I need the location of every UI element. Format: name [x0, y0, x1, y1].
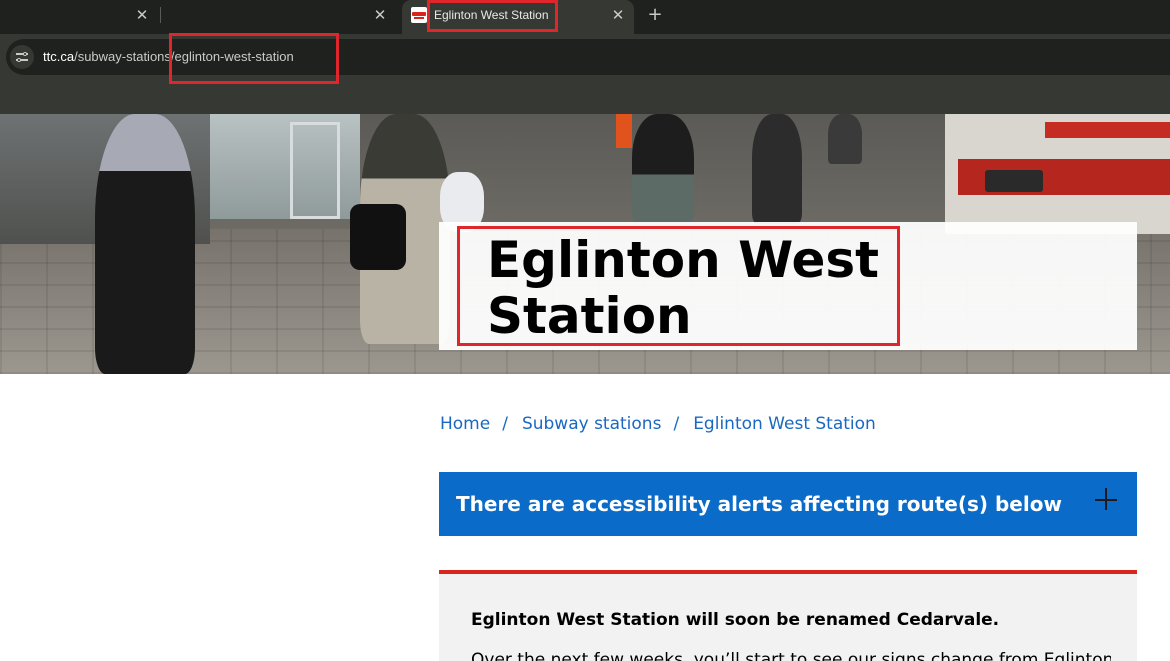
hero-banner: Eglinton West Station [0, 114, 1170, 374]
breadcrumb-current[interactable]: Eglinton West Station [693, 414, 876, 434]
accessibility-alerts-accordion[interactable]: There are accessibility alerts affecting… [439, 472, 1137, 536]
tab-eglinton-west-station[interactable]: Eglinton West Station ✕ [402, 0, 634, 34]
address-bar[interactable]: ttc.ca/subway-stations/eglinton-west-sta… [6, 39, 1170, 75]
hero-bag [350, 204, 406, 270]
browser-tab-strip: ✕ ✕ Eglinton West Station ✕ + [0, 0, 1170, 34]
title-panel: Eglinton West Station [439, 222, 1137, 350]
tab-separator [160, 7, 161, 23]
tab-3-close-icon[interactable]: ✕ [608, 6, 628, 24]
hero-bus-grill [985, 170, 1043, 192]
notice-body: Over the next few weeks, you’ll start to… [471, 650, 1111, 661]
rename-notice: Eglinton West Station will soon be renam… [439, 570, 1137, 661]
browser-toolbar: ttc.ca/subway-stations/eglinton-west-sta… [0, 34, 1170, 76]
plus-icon[interactable] [1095, 488, 1119, 512]
accessibility-alerts-heading: There are accessibility alerts affecting… [456, 492, 1062, 516]
page-title: Eglinton West Station [487, 231, 880, 345]
url-text[interactable]: ttc.ca/subway-stations/eglinton-west-sta… [43, 49, 294, 64]
hero-person [752, 114, 802, 224]
hero-glass-door [290, 122, 340, 219]
breadcrumb: Home / Subway stations / Eglinton West Stati… [440, 414, 876, 434]
ttc-logo-icon [411, 7, 427, 23]
notice-heading: Eglinton West Station will soon be renam… [471, 610, 1000, 630]
tab-2-close-icon[interactable]: ✕ [370, 6, 390, 24]
url-path: /subway-stations/eglinton-west-station [74, 49, 294, 64]
url-host: ttc.ca [43, 49, 75, 64]
breadcrumb-subway-stations[interactable]: Subway stations [522, 414, 662, 434]
hero-person [95, 114, 195, 374]
hero-person [828, 114, 862, 164]
new-tab-button[interactable]: + [644, 4, 666, 26]
tab-1-close-icon[interactable]: ✕ [132, 6, 152, 24]
breadcrumb-home[interactable]: Home [440, 414, 490, 434]
tab-2[interactable]: ✕ [162, 0, 398, 34]
breadcrumb-separator: / [502, 414, 508, 434]
breadcrumb-separator: / [673, 414, 680, 434]
hero-person [632, 114, 694, 224]
hero-traffic-cone [616, 114, 632, 148]
site-settings-icon[interactable] [10, 45, 34, 69]
tab-title: Eglinton West Station [434, 8, 549, 22]
tab-1[interactable]: ✕ [0, 0, 160, 34]
hero-bus-roof [1045, 122, 1170, 138]
browser-toolbar-spacer [0, 76, 1170, 114]
